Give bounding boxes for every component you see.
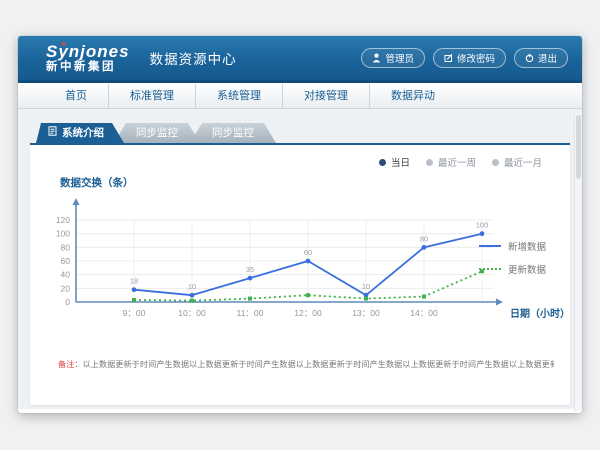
logo-brand-text: Synjones — [46, 43, 130, 60]
tab-label: 系统介绍 — [62, 123, 104, 143]
change-password-button[interactable]: 修改密码 — [433, 48, 506, 68]
nav-item-home[interactable]: 首页 — [44, 84, 108, 108]
user-menu: 管理员 修改密码 退出 — [361, 48, 568, 68]
power-icon — [525, 53, 534, 63]
chart-panel: 当日 最近一周 最近一月 数据交换（条） 0 20 40 60 80 100 120 9：00… — [30, 143, 570, 405]
legend-swatch-dotted — [479, 268, 501, 270]
svg-text:100: 100 — [476, 221, 489, 230]
footnote: 备注：以上数据更新于时间产生数据以上数据更新于时间产生数据以上数据更新于时间产生… — [58, 359, 554, 370]
svg-text:11：00: 11：00 — [237, 308, 264, 318]
radio-option-last-week[interactable]: 最近一周 — [426, 155, 476, 169]
legend-label: 更新数据 — [508, 262, 546, 276]
document-icon — [48, 123, 57, 143]
app-window: Synjones ✦ 新中新集团 数据资源中心 管理员 修改密码 — [18, 36, 582, 413]
edit-icon — [444, 53, 453, 63]
logout-label: 退出 — [538, 51, 557, 65]
radio-dot-icon — [426, 159, 433, 166]
legend-item-new-data[interactable]: 新增数据 — [479, 239, 546, 253]
tab-sync-monitor-2[interactable]: 同步监控 — [190, 123, 276, 143]
scrollbar-thumb[interactable] — [576, 115, 581, 179]
svg-text:60: 60 — [61, 256, 71, 266]
footnote-text: 以上数据更新于时间产生数据以上数据更新于时间产生数据以上数据更新于时间产生数据以… — [83, 360, 554, 369]
footnote-label: 备注： — [58, 360, 83, 369]
tab-label: 同步监控 — [136, 127, 178, 139]
radio-option-last-month[interactable]: 最近一月 — [492, 155, 542, 169]
nav-item-system-mgmt[interactable]: 系统管理 — [195, 84, 282, 108]
user-label: 管理员 — [385, 51, 414, 65]
company-logo: Synjones ✦ 新中新集团 — [46, 43, 130, 74]
svg-text:10：00: 10：00 — [178, 308, 206, 318]
svg-text:12：00: 12：00 — [294, 308, 322, 318]
change-password-label: 修改密码 — [457, 51, 495, 65]
nav-item-standard-mgmt[interactable]: 标准管理 — [108, 84, 195, 108]
svg-text:35: 35 — [246, 265, 254, 274]
logo-star-icon: ✦ — [60, 40, 68, 49]
svg-text:日期（小时）: 日期（小时） — [510, 307, 570, 320]
svg-text:120: 120 — [56, 215, 70, 225]
svg-text:100: 100 — [56, 229, 70, 239]
radio-dot-icon — [492, 159, 499, 166]
svg-text:40: 40 — [61, 270, 71, 280]
svg-text:10: 10 — [188, 282, 196, 291]
svg-text:20: 20 — [61, 283, 71, 293]
legend-item-updated-data[interactable]: 更新数据 — [479, 262, 546, 276]
current-user-button[interactable]: 管理员 — [361, 48, 425, 68]
y-axis-title: 数据交换（条） — [60, 175, 134, 190]
radio-label: 最近一周 — [438, 155, 476, 169]
logout-button[interactable]: 退出 — [514, 48, 568, 68]
tab-sync-monitor-1[interactable]: 同步监控 — [114, 123, 200, 143]
svg-text:13：00: 13：00 — [352, 308, 380, 318]
legend-swatch-solid — [479, 245, 501, 247]
svg-text:18: 18 — [130, 277, 138, 286]
tab-label: 同步监控 — [212, 127, 254, 139]
app-header: Synjones ✦ 新中新集团 数据资源中心 管理员 修改密码 — [18, 36, 582, 83]
nav-item-data-change[interactable]: 数据异动 — [369, 84, 456, 108]
svg-text:80: 80 — [420, 234, 428, 243]
chart-legend: 新增数据 更新数据 — [479, 239, 546, 276]
main-nav: 首页 标准管理 系统管理 对接管理 数据异动 — [18, 83, 582, 109]
svg-text:9：00: 9：00 — [123, 308, 146, 318]
time-range-filter: 当日 最近一周 最近一月 — [379, 155, 542, 169]
scrollbar-track[interactable] — [574, 113, 581, 411]
user-icon — [372, 53, 381, 63]
radio-option-today[interactable]: 当日 — [379, 155, 410, 169]
svg-text:80: 80 — [61, 242, 71, 252]
content-area: 系统介绍 同步监控 同步监控 当日 最近一周 — [18, 109, 582, 409]
radio-label: 当日 — [391, 155, 410, 169]
page-title: 数据资源中心 — [150, 48, 237, 68]
radio-dot-icon — [379, 159, 386, 166]
tab-bar: 系统介绍 同步监控 同步监控 — [36, 123, 570, 143]
radio-label: 最近一月 — [504, 155, 542, 169]
svg-text:14：00: 14：00 — [410, 308, 438, 318]
nav-item-integration-mgmt[interactable]: 对接管理 — [282, 84, 369, 108]
legend-label: 新增数据 — [508, 239, 546, 253]
logo-sub-text: 新中新集团 — [46, 62, 130, 74]
svg-text:0: 0 — [65, 297, 70, 307]
tab-system-intro[interactable]: 系统介绍 — [36, 123, 124, 143]
svg-text:60: 60 — [304, 248, 312, 257]
svg-text:10: 10 — [362, 282, 370, 291]
